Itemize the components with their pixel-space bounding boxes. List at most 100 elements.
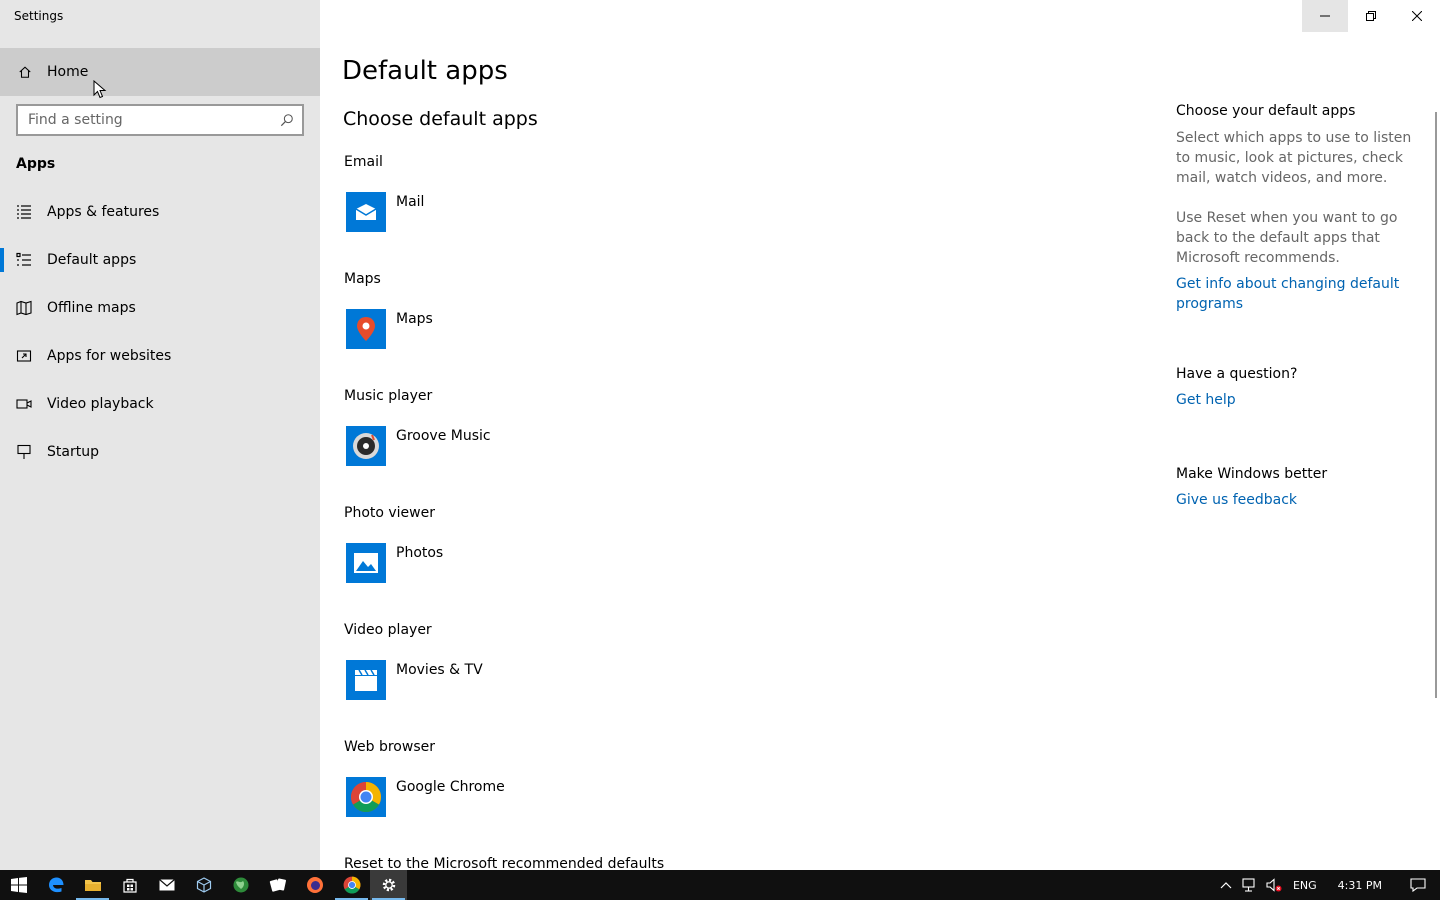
get-help-link[interactable]: Get help	[1176, 390, 1426, 410]
category-browser-label: Web browser	[344, 739, 435, 755]
cube-icon	[196, 877, 211, 893]
close-button[interactable]	[1394, 0, 1440, 32]
default-music-app-button[interactable]: Groove Music	[346, 426, 491, 466]
cards-icon	[269, 878, 286, 892]
nav-list: Apps & features Default apps Offline map…	[0, 188, 320, 476]
startup-icon	[17, 444, 31, 459]
volume-muted-icon	[1266, 878, 1282, 892]
category-video-label: Video player	[344, 622, 432, 638]
window-controls	[1302, 0, 1440, 32]
info-heading: Choose your default apps	[1176, 103, 1356, 119]
info-text: Select which apps to use to listen to mu…	[1176, 130, 1412, 186]
sidebar-item-label: Default apps	[47, 252, 137, 268]
default-maps-app-button[interactable]: Maps	[346, 309, 433, 349]
taskbar-solitaire[interactable]	[259, 870, 296, 900]
maps-app-icon	[346, 309, 386, 349]
app-name: Google Chrome	[396, 779, 505, 795]
edge-icon	[48, 877, 63, 893]
taskbar: ENG 4:31 PM	[0, 870, 1440, 900]
window-title: Settings	[14, 9, 64, 23]
taskbar-edge[interactable]	[37, 870, 74, 900]
feedback-link[interactable]: Give us feedback	[1176, 490, 1426, 510]
app-name: Maps	[396, 311, 433, 327]
photos-app-icon	[346, 543, 386, 583]
taskbar-file-explorer[interactable]	[74, 870, 111, 900]
start-button[interactable]	[0, 870, 37, 900]
sidebar-item-video-playback[interactable]: Video playback	[0, 380, 320, 428]
network-button[interactable]	[1238, 870, 1262, 900]
sidebar-item-label: Startup	[47, 444, 99, 460]
movies-tv-app-icon	[346, 660, 386, 700]
firefox-icon	[306, 877, 323, 893]
taskbar-globe-app[interactable]	[222, 870, 259, 900]
volume-button[interactable]	[1262, 870, 1286, 900]
search-icon[interactable]	[280, 113, 294, 127]
system-tray: ENG 4:31 PM	[1214, 870, 1440, 900]
action-center-button[interactable]	[1396, 870, 1440, 900]
related-settings-panel: Choose your default apps Select which ap…	[1176, 103, 1426, 510]
reset-info-text: Use Reset when you want to go back to th…	[1176, 210, 1398, 266]
sidebar-item-startup[interactable]: Startup	[0, 428, 320, 476]
default-email-app-button[interactable]: Mail	[346, 192, 424, 232]
app-name: Mail	[396, 194, 425, 210]
video-icon	[16, 399, 32, 409]
info-link[interactable]: Get info about changing default programs	[1176, 274, 1406, 314]
section-title: Choose default apps	[343, 108, 538, 130]
taskbar-store[interactable]	[111, 870, 148, 900]
default-browser-app-button[interactable]: Google Chrome	[346, 777, 505, 817]
default-photo-app-button[interactable]: Photos	[346, 543, 443, 583]
sidebar-item-default-apps[interactable]: Default apps	[0, 236, 320, 284]
sidebar-item-label: Offline maps	[47, 300, 136, 316]
open-link-icon	[16, 350, 32, 362]
scrollbar[interactable]	[1435, 112, 1437, 698]
clock[interactable]: 4:31 PM	[1324, 879, 1396, 892]
taskbar-mail[interactable]	[148, 870, 185, 900]
chrome-icon	[343, 876, 360, 894]
folder-icon	[84, 880, 101, 891]
mouse-cursor-icon	[93, 80, 107, 99]
store-icon	[122, 878, 137, 893]
taskbar-settings[interactable]	[370, 870, 407, 900]
sidebar-item-apps-for-websites[interactable]: Apps for websites	[0, 332, 320, 380]
language-indicator[interactable]: ENG	[1286, 879, 1324, 892]
network-icon	[1242, 878, 1255, 892]
sidebar-item-label: Apps for websites	[47, 348, 172, 364]
default-apps-icon	[16, 252, 31, 266]
map-icon	[16, 300, 32, 316]
restore-button[interactable]	[1348, 0, 1394, 32]
sidebar-item-label: Apps & features	[47, 204, 160, 220]
home-icon	[19, 66, 31, 78]
chrome-app-icon	[346, 777, 386, 817]
mail-app-icon	[346, 192, 386, 232]
app-name: Groove Music	[396, 428, 491, 444]
app-name: Photos	[396, 545, 444, 561]
app-name: Movies & TV	[396, 662, 483, 678]
sidebar-item-apps-features[interactable]: Apps & features	[0, 188, 320, 236]
chevron-up-icon	[1220, 882, 1232, 889]
question-heading: Have a question?	[1176, 366, 1298, 382]
category-music-label: Music player	[344, 388, 433, 404]
default-video-app-button[interactable]: Movies & TV	[346, 660, 483, 700]
sidebar-item-offline-maps[interactable]: Offline maps	[0, 284, 320, 332]
page-title: Default apps	[342, 56, 508, 86]
category-email-label: Email	[344, 154, 383, 170]
taskbar-firefox[interactable]	[296, 870, 333, 900]
gear-icon	[382, 878, 395, 892]
mail-icon	[158, 879, 175, 891]
home-nav-item[interactable]: Home	[0, 48, 320, 96]
minimize-button[interactable]	[1302, 0, 1348, 32]
close-icon	[1412, 11, 1422, 21]
search-box[interactable]	[16, 104, 304, 136]
search-input[interactable]	[18, 106, 280, 134]
sidebar-item-label: Video playback	[47, 396, 154, 412]
groove-music-app-icon	[346, 426, 386, 466]
show-hidden-icons-button[interactable]	[1214, 870, 1238, 900]
sidebar: Settings Home Apps Apps & features Defau…	[0, 0, 320, 870]
windows-logo-icon	[10, 877, 27, 893]
globe-icon	[233, 877, 248, 893]
list-icon	[17, 205, 31, 219]
notification-icon	[1410, 878, 1426, 892]
taskbar-chrome[interactable]	[333, 870, 370, 900]
taskbar-3d-app[interactable]	[185, 870, 222, 900]
home-label: Home	[47, 64, 89, 80]
